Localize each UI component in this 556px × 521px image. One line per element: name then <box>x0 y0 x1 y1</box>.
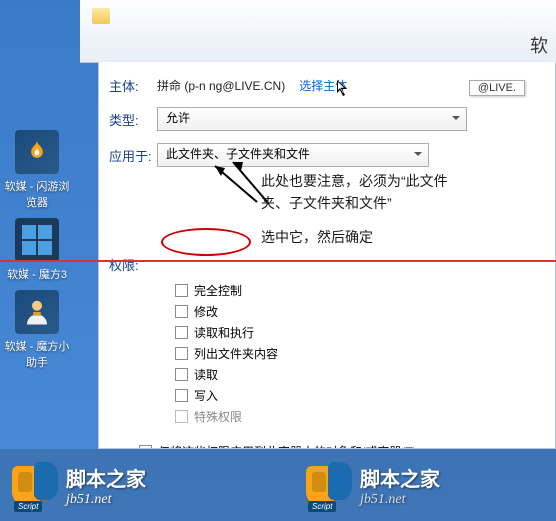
permissions-label: 权限: <box>109 255 545 274</box>
cube-icon <box>15 218 59 262</box>
principal-label: 主体: <box>109 76 157 95</box>
checkbox-icon[interactable] <box>175 284 188 297</box>
flame-icon <box>15 130 59 174</box>
perm-write[interactable]: 写入 <box>175 387 545 404</box>
type-combo[interactable]: 允许 <box>157 107 467 131</box>
person-icon <box>15 290 59 334</box>
principal-value: 拼命 (p-n ng@LIVE.CN) <box>157 77 285 94</box>
annotation-text-2: 选中它，然后确定 <box>261 226 373 248</box>
site-name-cn: 脚本之家 <box>66 463 146 492</box>
checkbox-icon[interactable] <box>175 326 188 339</box>
checkbox-icon[interactable] <box>175 347 188 360</box>
jb-logo-icon: Script <box>306 462 352 508</box>
perm-full-control[interactable]: 完全控制 <box>175 282 545 299</box>
permissions-list: 完全控制 修改 读取和执行 列出文件夹内容 读取 写入 特殊权限 <box>175 282 545 425</box>
jb-logo-icon: Script <box>12 462 58 508</box>
explorer-title-fragment: 软 <box>530 32 548 58</box>
apply-label: 应用于: <box>109 146 157 165</box>
desktop-icon-mofang3[interactable]: 软媒 - 魔方3 <box>2 218 72 282</box>
checkbox-icon[interactable] <box>175 389 188 402</box>
desktop-icon-helper[interactable]: 软媒 - 魔方小 助手 <box>2 290 72 370</box>
desktop-area: 软媒 - 闪游浏 览器 软媒 - 魔方3 软媒 - 魔方小 助手 <box>0 0 80 521</box>
logo-right: Script 脚本之家 jb51.net <box>306 462 440 508</box>
checkbox-icon <box>175 410 188 423</box>
watermark-footer: Script 脚本之家 jb51.net Script 脚本之家 jb51.ne… <box>0 449 556 521</box>
annotation-text-1: 此处也要注意，必须为“此文件 夹、子文件夹和文件” <box>261 170 448 215</box>
checkbox-icon[interactable] <box>175 305 188 318</box>
perm-read-exec[interactable]: 读取和执行 <box>175 324 545 341</box>
desktop-icon-label: 软媒 - 闪游浏 览器 <box>2 178 72 210</box>
desktop-icon-label: 软媒 - 魔方小 助手 <box>2 338 72 370</box>
permissions-section: 权限: 完全控制 修改 读取和执行 列出文件夹内容 读取 写入 特殊权限 <box>109 255 545 425</box>
apply-row: 应用于: 此文件夹、子文件夹和文件 <box>109 143 545 167</box>
perm-modify[interactable]: 修改 <box>175 303 545 320</box>
type-value: 允许 <box>162 108 462 128</box>
perm-special: 特殊权限 <box>175 408 545 425</box>
permission-dialog: 主体: 拼命 (p-n ng@LIVE.CN) 选择主体 @LIVE. 类型: … <box>98 62 556 449</box>
highlight-oval <box>161 228 251 256</box>
perm-read[interactable]: 读取 <box>175 366 545 383</box>
site-name-cn: 脚本之家 <box>360 463 440 492</box>
folder-icon <box>92 8 110 24</box>
site-url: jb51.net <box>360 492 440 508</box>
script-badge: Script <box>308 501 336 512</box>
apply-value: 此文件夹、子文件夹和文件 <box>162 144 424 164</box>
explorer-titlebar: 软 <box>80 0 556 63</box>
apply-combo[interactable]: 此文件夹、子文件夹和文件 <box>157 143 429 167</box>
select-principal-link[interactable]: 选择主体 <box>299 77 347 94</box>
desktop-icon-browser[interactable]: 软媒 - 闪游浏 览器 <box>2 130 72 210</box>
type-row: 类型: 允许 <box>109 107 545 131</box>
desktop-icon-label: 软媒 - 魔方3 <box>2 266 72 282</box>
type-label: 类型: <box>109 110 157 129</box>
perm-list-folder[interactable]: 列出文件夹内容 <box>175 345 545 362</box>
site-url: jb51.net <box>66 492 146 508</box>
checkbox-icon[interactable] <box>175 368 188 381</box>
logo-left: Script 脚本之家 jb51.net <box>12 462 146 508</box>
live-badge: @LIVE. <box>469 80 525 96</box>
script-badge: Script <box>14 501 42 512</box>
annotation-arrow-1 <box>207 160 267 210</box>
